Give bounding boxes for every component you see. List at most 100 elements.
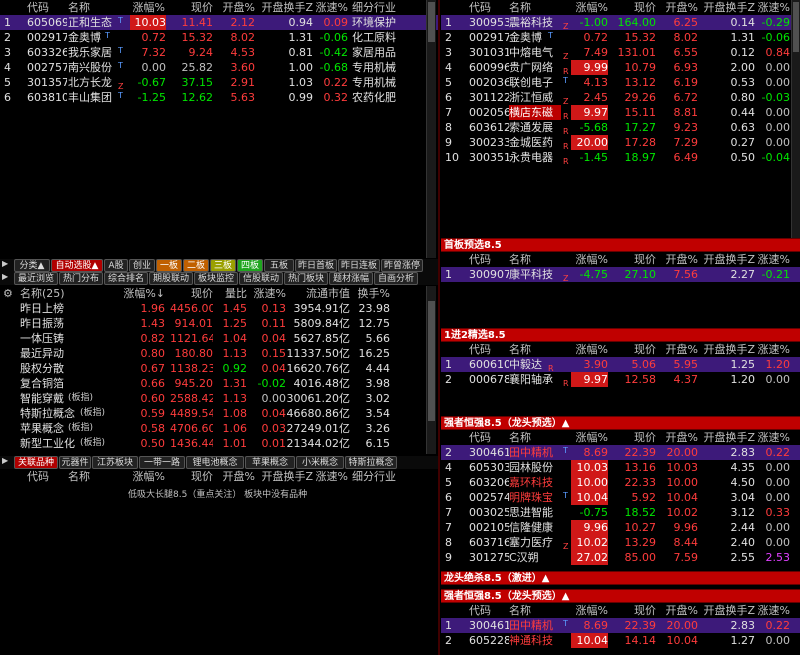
tab2-8[interactable]: 自画分析 <box>374 272 418 285</box>
tab-9[interactable]: 昨日首板 <box>295 259 337 272</box>
col-price[interactable]: 现价 <box>611 430 656 445</box>
col-turnover[interactable]: 开盘换手Z <box>698 603 755 618</box>
col-chg[interactable]: 涨幅% <box>568 430 608 445</box>
section-title[interactable]: 强者恒强8.5（龙头预选）▲ <box>441 416 800 430</box>
table-row[interactable]: 1 600610 中毅达 R 3.90 5.06 5.95 1.25 1.20 <box>441 357 800 373</box>
col-code[interactable]: 代码 <box>469 430 509 445</box>
tab-3[interactable]: 创业 <box>129 259 155 272</box>
col-open[interactable]: 开盘% <box>215 469 255 484</box>
table-row[interactable]: 5 603206 嘉环科技 10.00 22.33 10.00 4.50 0.00 <box>441 475 800 490</box>
tab-6[interactable]: 三板 <box>210 259 236 272</box>
table-row[interactable]: 7 002105 信隆健康 9.96 10.27 9.96 2.44 0.00 <box>441 520 800 535</box>
col-price[interactable]: 现价 <box>170 0 213 15</box>
col-speed[interactable]: 涨速% <box>250 286 286 301</box>
col-name[interactable]: 名称 <box>68 469 118 484</box>
tab3-7[interactable]: 特斯拉概念 <box>345 456 397 469</box>
col-chg[interactable]: 涨幅% <box>125 469 165 484</box>
table-row[interactable]: 新型工业化 (板指) 0.50 1436.44 1.01 0.01 21344.02亿 6.1… <box>0 436 438 451</box>
table-row[interactable]: 3 603326 我乐家居 T 7.32 9.24 4.53 0.81 -0.42 家居用品 <box>0 45 438 60</box>
col-price[interactable]: 现价 <box>170 286 213 301</box>
tab3-5[interactable]: 苹果概念 <box>245 456 295 469</box>
table-row[interactable]: 4 002757 南兴股份 T 0.00 25.82 3.60 1.00 -0.68 专用机械 <box>0 60 438 75</box>
tab-8[interactable]: 五板 <box>264 259 294 272</box>
table-row[interactable]: 2 300461 田中精机 T 8.69 22.39 20.00 2.83 0.22 <box>441 445 800 460</box>
table-row[interactable]: 9 301275 C汉朔 27.02 85.00 7.59 2.55 2.53 <box>441 550 800 565</box>
table-row[interactable]: 9 300233 金城医药 R 20.00 17.28 7.29 0.27 0.00 <box>441 135 800 151</box>
scroll-thumb[interactable] <box>428 301 435 421</box>
col-code[interactable]: 代码 <box>469 603 509 618</box>
col-speed[interactable]: 涨速% <box>755 430 790 445</box>
table-row[interactable]: 4 600996 贵广网络 R 9.99 10.79 6.93 2.00 0.00 <box>441 60 800 76</box>
col-open[interactable]: 开盘% <box>658 603 698 618</box>
col-name[interactable]: 名称 <box>509 252 559 267</box>
col-industry[interactable]: 细分行业 <box>352 0 412 15</box>
table-row[interactable]: 2 605228 神通科技 10.04 14.14 10.04 1.27 0.00 <box>441 633 800 648</box>
tab3-2[interactable]: 江苏板块 <box>92 456 138 469</box>
tab-2[interactable]: A股 <box>104 259 128 272</box>
table-row[interactable]: 6 301122 浙江恒威 Z 2.45 29.26 6.72 0.80 -0.03 <box>441 90 800 106</box>
col-speed[interactable]: 涨速% <box>755 603 790 618</box>
col-chg[interactable]: 涨幅% <box>568 252 608 267</box>
col-industry[interactable]: 细分行业 <box>352 469 412 484</box>
col-vol[interactable]: 量比 <box>215 286 247 301</box>
tab3-3[interactable]: 一带一路 <box>139 456 185 469</box>
col-turnover[interactable]: 开盘换手Z <box>698 430 755 445</box>
tab2-2[interactable]: 综合排名 <box>104 272 148 285</box>
col-chg[interactable]: 涨幅% <box>568 603 608 618</box>
scroll-thumb[interactable] <box>793 2 799 52</box>
col-speed[interactable]: 涨速% <box>313 0 348 15</box>
scroll-thumb[interactable] <box>428 2 435 42</box>
col-chg[interactable]: 涨幅% <box>125 0 165 15</box>
col-open[interactable]: 开盘% <box>658 252 698 267</box>
col-chg[interactable]: 涨幅% <box>568 342 608 357</box>
table-row[interactable]: 6 603810 丰山集团 T -1.25 12.62 5.63 0.99 0.32 农药化肥 <box>0 90 438 105</box>
col-code[interactable]: 代码 <box>469 252 509 267</box>
tab2-6[interactable]: 热门板块 <box>284 272 328 285</box>
col-turnover[interactable]: 开盘换手Z <box>255 469 313 484</box>
section-title[interactable]: 首板预选8.5 <box>441 238 800 252</box>
col-name[interactable]: 名称 <box>509 0 559 15</box>
col-turnover[interactable]: 开盘换手Z <box>698 342 755 357</box>
tab-4[interactable]: 一板 <box>156 259 182 272</box>
table-row[interactable]: 5 002036 联创电子 T 4.13 13.12 6.19 0.53 0.00 <box>441 75 800 90</box>
table-row[interactable]: 2 002917 金奥博 T 0.72 15.32 8.02 1.31 -0.06 化工原料 <box>0 30 438 45</box>
tab3-6[interactable]: 小米概念 <box>296 456 344 469</box>
table-row[interactable]: 5 301357 北方长龙 Z -0.67 37.15 2.91 1.03 0.22 专用机械 <box>0 75 438 91</box>
table-row[interactable]: 1 300461 田中精机 T 8.69 22.39 20.00 2.83 0.22 <box>441 618 800 633</box>
col-price[interactable]: 现价 <box>611 0 656 15</box>
scrollbar[interactable] <box>791 0 800 238</box>
tab2-5[interactable]: 信股联动 <box>239 272 283 285</box>
table-row[interactable]: 最近异动 0.80 180.80 1.13 0.15 11337.50亿 16.25 <box>0 346 438 361</box>
col-turnover[interactable]: 开盘换手Z <box>698 0 755 15</box>
col-speed[interactable]: 涨速% <box>755 252 790 267</box>
col-chg[interactable]: 涨幅%↓ <box>120 286 165 301</box>
scroll-left-icon[interactable]: ▶ <box>2 456 8 465</box>
tab2-4[interactable]: 板块监控 <box>194 272 238 285</box>
tab-5[interactable]: 二板 <box>183 259 209 272</box>
col-open[interactable]: 开盘% <box>658 430 698 445</box>
col-turnover[interactable]: 开盘换手Z <box>698 252 755 267</box>
scrollbar[interactable] <box>426 286 436 454</box>
col-speed[interactable]: 涨速% <box>755 342 790 357</box>
col-open[interactable]: 开盘% <box>215 0 255 15</box>
table-row[interactable]: 1 605069 正和生态 T 10.03 11.41 2.12 0.94 0.09 环境保护 <box>0 15 438 30</box>
col-open[interactable]: 开盘% <box>658 342 698 357</box>
table-row[interactable]: 4 605303 园林股份 10.03 13.16 10.03 4.35 0.00 <box>441 460 800 475</box>
table-row[interactable]: 股权分散 0.67 1138.23 0.92 0.04 16620.76亿 4.44 <box>0 361 438 376</box>
tab2-3[interactable]: 期股联动 <box>149 272 193 285</box>
col-price[interactable]: 现价 <box>611 342 656 357</box>
section-title[interactable]: 龙头绝杀8.5（激进）▲ <box>441 571 800 585</box>
table-row[interactable]: 7 002056 横店东磁 R 9.97 15.11 8.81 0.44 0.00 <box>441 105 800 121</box>
table-row[interactable]: 8 603612 索通发展 R -5.68 17.27 9.23 0.63 0.00 <box>441 120 800 136</box>
table-row[interactable]: 复合铜箔 0.66 945.20 1.31 -0.02 4016.48亿 3.98 <box>0 376 438 391</box>
col-price[interactable]: 现价 <box>170 469 213 484</box>
col-speed[interactable]: 涨速% <box>313 469 348 484</box>
tab-1[interactable]: 自动选股▲ <box>51 259 103 272</box>
col-name[interactable]: 名称(25) <box>20 286 80 301</box>
tab-7[interactable]: 四板 <box>237 259 263 272</box>
tab2-1[interactable]: 热门分布 <box>59 272 103 285</box>
section-title[interactable]: 1进2精选8.5 <box>441 328 800 342</box>
table-row[interactable]: 智能穿戴 (板指) 0.60 2588.42 1.13 0.00 30061.20亿 3.02 <box>0 391 438 406</box>
col-name[interactable]: 名称 <box>509 342 559 357</box>
scroll-left-icon[interactable]: ▶ <box>2 259 8 268</box>
